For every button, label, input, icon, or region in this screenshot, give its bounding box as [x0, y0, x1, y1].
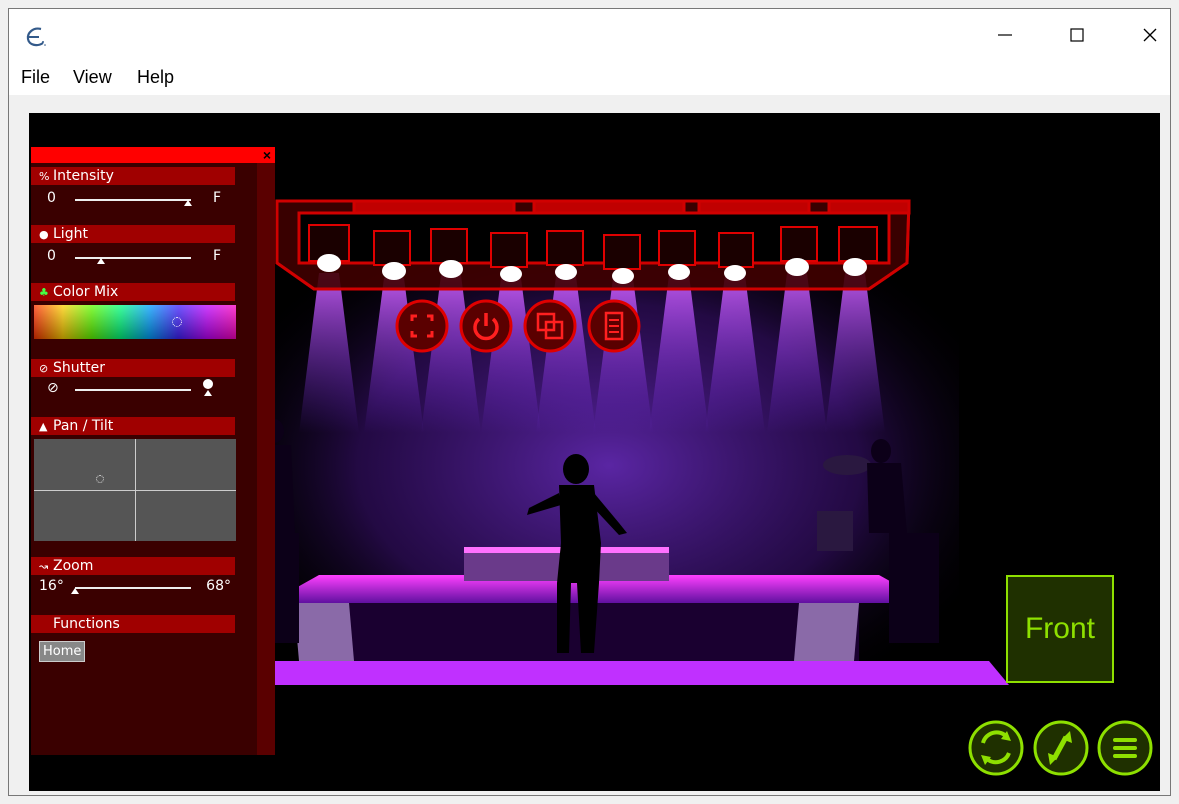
light-header: ● Light [31, 225, 235, 243]
panel-close-icon[interactable]: × [259, 147, 275, 163]
rotate-view-button[interactable] [967, 719, 1025, 777]
home-button[interactable]: Home [39, 641, 86, 662]
color-picker-cursor[interactable] [172, 317, 182, 327]
intensity-slider[interactable]: 0 F [31, 187, 235, 209]
app-window: File View Help × % Intensity 0 F ● Light… [8, 8, 1171, 796]
title-bar [9, 9, 1170, 59]
menu-help[interactable]: Help [137, 67, 174, 88]
menu-button[interactable] [1096, 719, 1154, 777]
intensity-header: % Intensity [31, 167, 235, 185]
functions-header: Functions [31, 615, 235, 633]
color-wheel-icon: ♣ [39, 286, 49, 299]
pan-tilt-header: ▲ Pan / Tilt [31, 417, 235, 435]
panel-title-bar[interactable]: × [31, 147, 275, 163]
rotate-view-icon [968, 720, 1024, 776]
swap-view-button[interactable] [1032, 719, 1090, 777]
fullscreen-icon [395, 299, 449, 353]
power-icon [459, 299, 513, 353]
menu-file[interactable]: File [21, 67, 50, 88]
zoom-thumb[interactable] [71, 588, 79, 594]
list-button[interactable] [587, 299, 641, 353]
power-button[interactable] [459, 299, 513, 353]
intensity-thumb[interactable] [184, 200, 192, 206]
color-mix-header: ♣ Color Mix [31, 283, 235, 301]
bulb-icon: ● [39, 228, 49, 241]
shutter-icon: ⊘ [39, 362, 49, 375]
pan-tilt-icon: ▲ [39, 420, 48, 433]
switch-button[interactable] [523, 299, 577, 353]
zoom-slider[interactable]: 16° 68° [31, 575, 235, 597]
shutter-header: ⊘ Shutter [31, 359, 235, 377]
fullscreen-button[interactable] [395, 299, 449, 353]
minimize-button[interactable] [983, 17, 1027, 53]
menu-view[interactable]: View [73, 67, 112, 88]
percent-icon: % [39, 170, 50, 183]
stage-viewport[interactable]: × % Intensity 0 F ● Light 0 F ♣ Color Mix ⊘… [29, 113, 1160, 791]
switch-icon [523, 299, 577, 353]
light-thumb[interactable] [97, 258, 105, 264]
shutter-thumb[interactable] [204, 390, 212, 396]
zoom-icon: ↝ [39, 560, 49, 573]
shutter-slider[interactable]: ⊘ [31, 377, 235, 399]
swap-view-icon [1033, 720, 1089, 776]
pan-tilt-cursor[interactable] [96, 475, 104, 483]
shutter-open-icon [203, 379, 213, 389]
maximize-button[interactable] [1055, 17, 1099, 53]
light-slider[interactable]: 0 F [31, 245, 235, 267]
menu-icon [1097, 720, 1153, 776]
close-button[interactable] [1128, 17, 1172, 53]
list-icon [587, 299, 641, 353]
camera-view-label[interactable]: Front [1006, 575, 1114, 683]
zoom-header: ↝ Zoom [31, 557, 235, 575]
color-mix-picker[interactable] [34, 305, 236, 339]
pan-tilt-pad[interactable] [34, 439, 236, 541]
menu-bar: File View Help [9, 59, 1170, 95]
fixture-control-panel: × % Intensity 0 F ● Light 0 F ♣ Color Mix ⊘… [31, 147, 275, 755]
app-logo-icon [23, 25, 47, 54]
